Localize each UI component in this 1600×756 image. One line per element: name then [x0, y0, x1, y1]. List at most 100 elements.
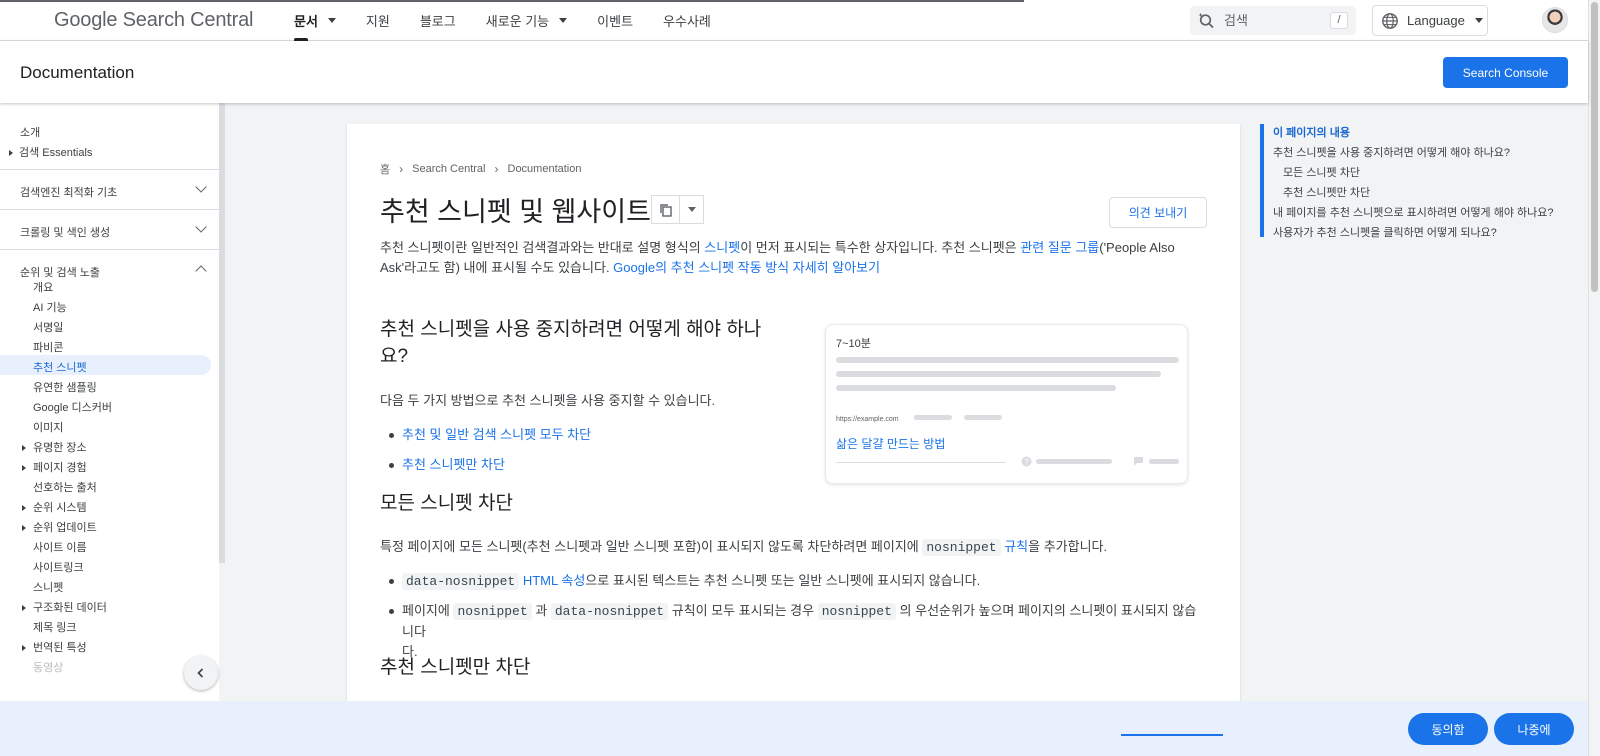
feedback-icon [1134, 457, 1143, 466]
nav-whats-new[interactable]: 새로운 기능 [485, 0, 568, 41]
sidebar-scrollbar[interactable] [219, 103, 225, 563]
copy-page-button[interactable] [651, 195, 680, 224]
sidebar-item[interactable]: 번역된 특성 [22, 639, 87, 655]
link-snippet[interactable]: 스니펫 [704, 240, 740, 255]
code-data-nosnippet: data-nosnippet [550, 603, 669, 620]
sidebar-item[interactable]: 사이트 이름 [33, 539, 87, 555]
sidebar-item-label: 순위 업데이트 [33, 522, 97, 534]
sidebar-item-label: 페이지 경험 [33, 462, 87, 474]
expand-arrow-icon [22, 445, 26, 451]
toc-item[interactable]: 사용자가 추천 스니펫을 클릭하면 어떻게 되나요? [1273, 224, 1497, 240]
sidebar-item[interactable]: 사이트링크 [33, 559, 84, 575]
illustration-result-link: 삶은 달걀 만드는 방법 [836, 437, 946, 451]
nav-docs[interactable]: 문서 [294, 0, 336, 41]
nav-blog[interactable]: 블로그 [420, 0, 456, 41]
toc-item[interactable]: 내 페이지를 추천 스니펫으로 표시하려면 어떻게 해야 하나요? [1273, 204, 1554, 220]
breadcrumb-home[interactable]: 홈 [380, 161, 390, 177]
chevron-down-icon[interactable] [195, 181, 207, 193]
heading-opt-out: 추천 스니펫을 사용 중지하려면 어떻게 해야 하나 요? [380, 316, 800, 370]
top-header: Google Search Central 문서 지원 블로그 새로운 기능 이… [0, 0, 1588, 41]
list-item-text: 규칙이 모두 표시되는 경우 [668, 603, 818, 618]
chevron-down-icon[interactable] [195, 221, 207, 233]
intro-text: 추천 스니펫이란 일반적인 검색결과와는 반대로 설명 형식의 [380, 240, 705, 255]
sidebar-item-essentials[interactable]: 검색 Essentials [9, 144, 92, 160]
sidebar-item-label: 개요 [33, 282, 54, 294]
sidebar-item[interactable]: 구조화된 데이터 [22, 599, 107, 615]
heading-opt-out-line: 추천 스니펫을 사용 중지하려면 어떻게 해야 하나 [380, 319, 762, 340]
scrollbar-thumb[interactable] [1591, 2, 1598, 292]
list-item-text: 으로 표시된 텍스트는 추천 스니펫 또는 일반 스니펫에 표시되지 않습니다. [585, 573, 981, 588]
sidebar-section-crawling[interactable]: 크롤링 및 색인 생성 [20, 224, 110, 240]
search-sparkle-icon [1198, 12, 1214, 28]
sidebar-item[interactable]: 순위 시스템 [22, 499, 87, 515]
sidebar-item[interactable]: 동영상 [33, 659, 63, 675]
search-input[interactable] [1224, 13, 1324, 28]
avatar[interactable] [1542, 7, 1568, 33]
placeholder-line [836, 357, 1179, 363]
sidebar-item[interactable]: 추천 스니펫 [0, 355, 211, 375]
list-item-text: 과 [531, 603, 551, 618]
sidebar-item[interactable]: 유명한 장소 [22, 439, 87, 455]
collapse-sidebar-button[interactable] [184, 656, 218, 690]
google-search-central-logo[interactable]: Google Search Central [54, 9, 253, 32]
site-search[interactable]: / [1190, 6, 1356, 35]
link-block-featured-only[interactable]: 추천 스니펫만 차단 [402, 457, 505, 472]
placeholder-line [964, 415, 1002, 420]
toc-item[interactable]: 추천 스니펫만 차단 [1283, 184, 1370, 200]
send-feedback-button[interactable]: 의견 보내기 [1109, 197, 1207, 228]
sidebar-item[interactable]: AI 기능 [33, 299, 67, 315]
link-block-all-snippets[interactable]: 추천 및 일반 검색 스니펫 모두 차단 [402, 427, 591, 442]
chevron-right-icon: › [399, 162, 404, 176]
sidebar-item[interactable]: 페이지 경험 [22, 459, 87, 475]
search-console-button[interactable]: Search Console [1443, 57, 1568, 88]
nav-support[interactable]: 지원 [366, 0, 390, 41]
sidebar-item-label: 스니펫 [33, 582, 64, 594]
sidebar-item[interactable]: 제목 링크 [33, 619, 77, 635]
page-title: 추천 스니펫 및 웹사이트 [380, 197, 651, 227]
link-learn-more[interactable]: Google의 추천 스니펫 작동 방식 자세히 알아보기 [613, 260, 880, 275]
sidebar-item-intro[interactable]: 소개 [20, 124, 40, 140]
toc-item[interactable]: 추천 스니펫을 사용 중지하려면 어떻게 해야 하나요? [1273, 144, 1510, 160]
list-item: 추천 및 일반 검색 스니펫 모두 차단 [388, 425, 591, 445]
language-selector[interactable]: Language [1372, 5, 1488, 36]
link-people-also-ask[interactable]: 관련 질문 그룹 [1020, 240, 1099, 255]
sidebar-item[interactable]: 파비콘 [33, 339, 63, 355]
chevron-right-icon: › [494, 162, 499, 176]
sidebar-item[interactable]: 서명일 [33, 319, 63, 335]
chevron-up-icon[interactable] [195, 265, 207, 277]
sidebar-item[interactable]: 스니펫 [33, 579, 63, 595]
sidebar-item[interactable]: 개요 [33, 279, 53, 295]
link-html-attribute[interactable]: HTML 속성 [523, 573, 585, 588]
divider [0, 209, 219, 210]
code-data-nosnippet: data-nosnippet [402, 573, 520, 590]
sidebar-item-label: 사이트 이름 [33, 542, 87, 554]
list-item-text: 페이지에 [402, 603, 454, 618]
sidebar-item[interactable]: 선호하는 출처 [33, 479, 97, 495]
later-button[interactable]: 나중에 [1494, 713, 1574, 745]
code-nosnippet: nosnippet [922, 539, 1001, 556]
page-scrollbar[interactable] [1588, 0, 1600, 756]
nav-whats-new-label: 새로운 기능 [485, 14, 550, 29]
page-load-progress [0, 0, 1024, 2]
copy-options-button[interactable] [680, 195, 704, 224]
sidebar-item-label: 서명일 [33, 322, 64, 334]
code-nosnippet: nosnippet [817, 603, 896, 620]
breadcrumb-documentation[interactable]: Documentation [508, 163, 582, 175]
nav-events[interactable]: 이벤트 [597, 0, 633, 41]
sidebar-section-ranking[interactable]: 순위 및 검색 노출 [20, 264, 100, 280]
top-nav: 문서 지원 블로그 새로운 기능 이벤트 우수사례 [294, 0, 741, 41]
sidebar-item[interactable]: Google 디스커버 [33, 399, 112, 415]
nav-case-studies[interactable]: 우수사례 [663, 0, 711, 41]
toc-item[interactable]: 모든 스니펫 차단 [1283, 164, 1360, 180]
placeholder-line [1149, 459, 1179, 464]
agree-button[interactable]: 동의함 [1408, 713, 1488, 745]
copy-icon [659, 203, 672, 217]
sidebar-item[interactable]: 이미지 [33, 419, 63, 435]
link-rule[interactable]: 규칙 [1004, 539, 1028, 554]
breadcrumb-search-central[interactable]: Search Central [412, 163, 485, 175]
sidebar-section-seo-basics[interactable]: 검색엔진 최적화 기초 [20, 184, 117, 200]
divider [0, 249, 219, 250]
expand-arrow-icon [22, 525, 26, 531]
sidebar-item[interactable]: 순위 업데이트 [22, 519, 97, 535]
sidebar-item[interactable]: 유연한 샘플링 [33, 379, 97, 395]
